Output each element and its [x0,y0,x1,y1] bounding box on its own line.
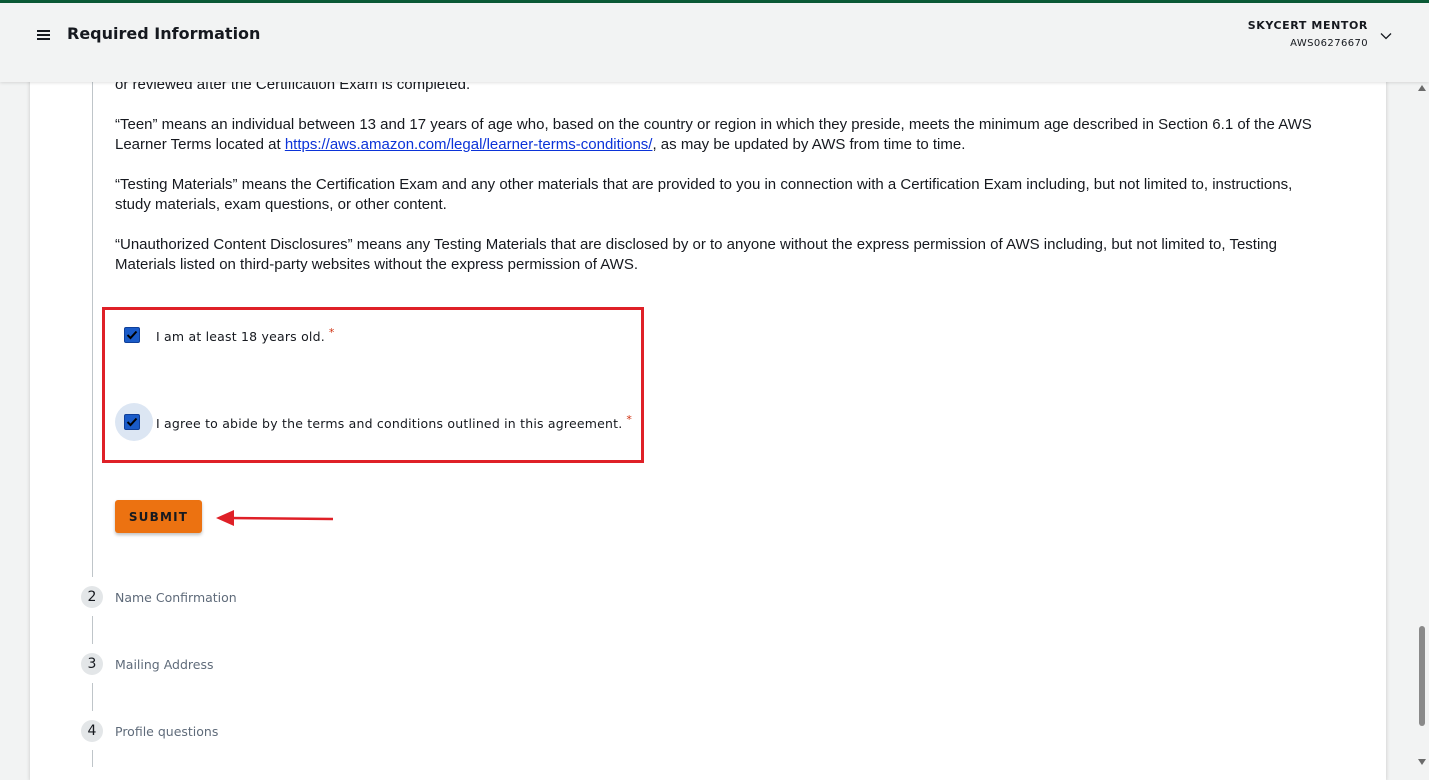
page-scrollbar[interactable] [1415,82,1429,767]
user-menu[interactable]: SKYCERT MENTOR AWS06276670 [1248,19,1368,49]
scroll-up-arrow-icon[interactable] [1418,85,1426,91]
age-checkbox-label: I am at least 18 years old. * [156,325,335,345]
stepper-connector [92,750,93,767]
step-profile-questions[interactable]: 4 Profile questions [81,720,218,742]
terms-unauthorized-disclosures: “Unauthorized Content Disclosures” means… [115,236,1277,273]
step-label: Profile questions [115,723,219,739]
age-checkbox[interactable] [124,327,140,343]
user-id: AWS06276670 [1290,38,1368,49]
checkmark-icon [126,330,138,340]
age-checkbox-row[interactable]: I am at least 18 years old. * [124,324,335,346]
learner-terms-link[interactable]: https://aws.amazon.com/legal/learner-ter… [285,136,653,153]
app-header: Required Information SKYCERT MENTOR AWS0… [0,3,1429,82]
terms-testing-materials: “Testing Materials” means the Certificat… [115,176,1293,213]
page-title: Required Information [67,24,261,43]
stepper-connector [92,616,93,644]
scroll-down-arrow-icon[interactable] [1418,759,1426,765]
required-marker: * [626,412,633,426]
annotation-arrow-icon [216,510,334,526]
step-mailing-address[interactable]: 3 Mailing Address [81,653,213,675]
terms-text: or reviewed after the Certification Exam… [115,75,1325,295]
terms-teen-definition: “Teen” means an individual between 13 an… [115,115,1325,155]
step-label: Mailing Address [115,656,214,672]
chevron-down-icon[interactable] [1380,30,1392,42]
stepper-connector [92,82,93,577]
terms-checkbox-row[interactable]: I agree to abide by the terms and condit… [115,403,633,441]
terms-checkbox[interactable] [124,414,140,430]
stepper-connector [92,683,93,711]
step-name-confirmation[interactable]: 2 Name Confirmation [81,586,237,608]
user-name: SKYCERT MENTOR [1247,19,1368,32]
required-marker: * [328,325,335,339]
terms-teen-text-2: , as may be updated by AWS from time to … [652,136,966,153]
terms-checkbox-label: I agree to abide by the terms and condit… [156,412,633,432]
step-number: 2 [81,586,103,608]
submit-button[interactable]: SUBMIT [115,500,202,533]
scrollbar-thumb[interactable] [1419,626,1425,726]
step-number: 3 [81,653,103,675]
step-label: Name Confirmation [115,589,237,605]
hamburger-menu-icon[interactable] [37,29,51,41]
checkmark-icon [126,417,138,427]
step-number: 4 [81,720,103,742]
